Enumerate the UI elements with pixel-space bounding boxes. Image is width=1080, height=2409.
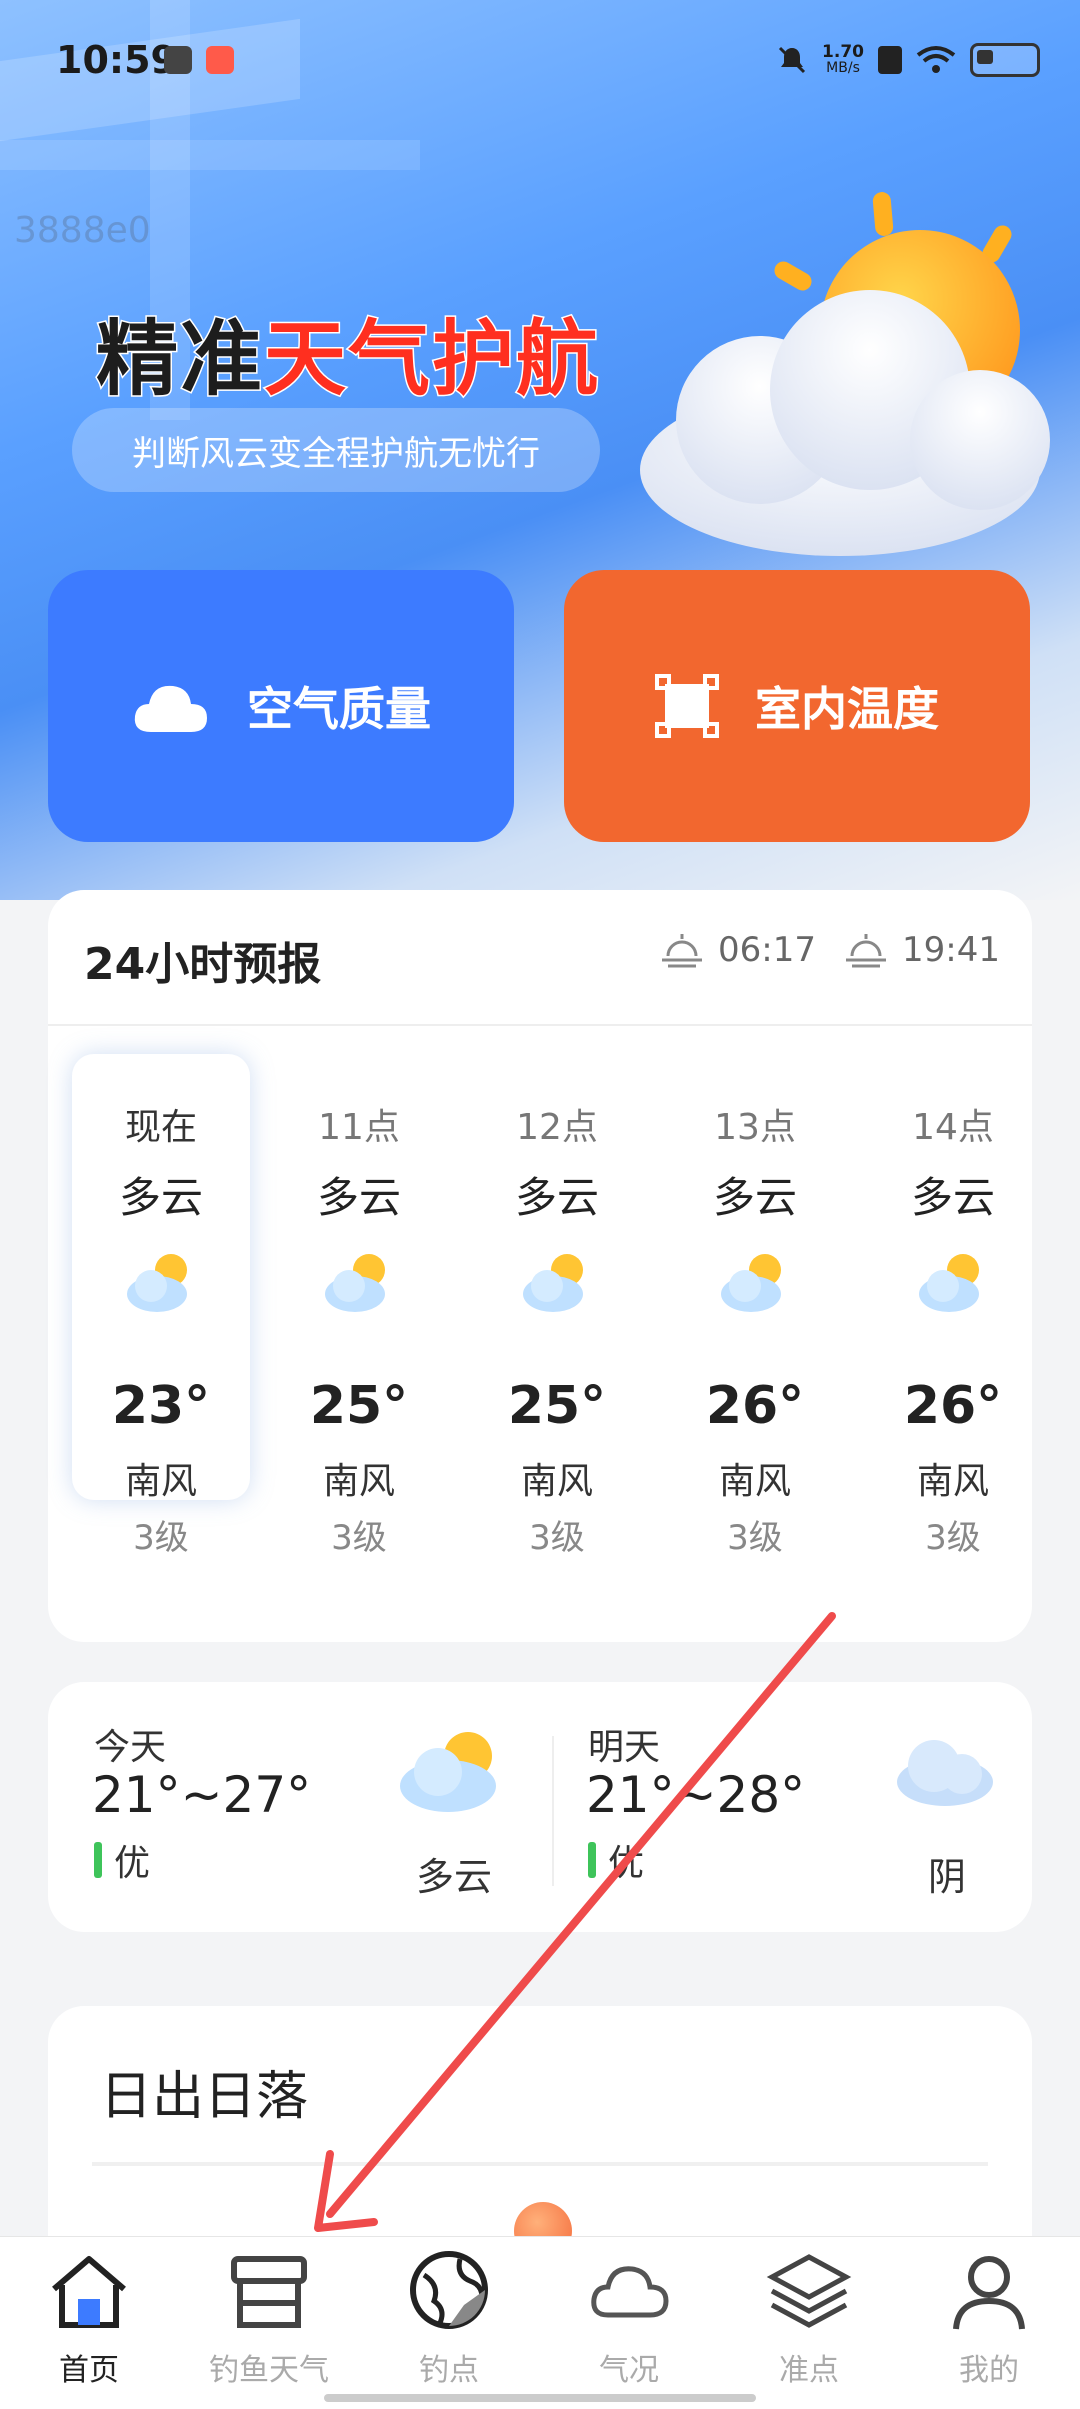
aqi-badge: 优 [588,1834,644,1886]
sim-icon [878,46,902,74]
nav-weather-conditions[interactable]: 气况 [544,2245,714,2388]
frame-icon [655,674,719,738]
hourly-forecast-card: 24小时预报 06:17 19:41 现在 多云 23° 南风 3级 11点 多… [48,890,1032,1642]
partly-cloudy-icon [127,1254,187,1312]
nav-mine[interactable]: 我的 [904,2245,1074,2388]
sunrise-divider [92,2162,988,2166]
bottom-navigation: 首页 钓鱼天气 钓点 气况 准点 我的 [0,2236,1080,2409]
partly-cloudy-icon [919,1254,979,1312]
shop-icon [231,2256,307,2328]
nav-punctual[interactable]: 准点 [724,2245,894,2388]
hour-column[interactable]: 14点 多云 26° 南风 3级 [864,1054,1042,1558]
hour-column[interactable]: 现在 多云 23° 南风 3级 [72,1054,250,1558]
tomorrow-summary[interactable]: 明天 21°~28° 优 阴 [542,1682,1032,1932]
forecast-divider [48,1024,1032,1026]
app-notification-icon [206,46,234,74]
wifi-icon [916,46,956,73]
hour-column[interactable]: 13点 多云 26° 南风 3级 [666,1054,844,1558]
sun-cloud-illustration [640,192,1050,556]
home-icon [52,2256,126,2328]
sunrise-sunset-title: 日出日落 [100,2067,309,2127]
globe-icon [410,2251,488,2329]
notification-icon [164,46,192,74]
sunrise-info: 06:17 [660,930,816,970]
partly-cloudy-icon [400,1732,496,1812]
layers-icon [766,2254,852,2328]
air-quality-label: 空气质量 [247,682,431,736]
sunrise-icon [662,934,702,968]
forecast-title: 24小时预报 [84,939,322,990]
nav-fishing-weather[interactable]: 钓鱼天气 [184,2245,354,2388]
home-indicator[interactable] [324,2394,756,2402]
nav-home[interactable]: 首页 [4,2245,174,2388]
partly-cloudy-icon [721,1254,781,1312]
indoor-temp-button[interactable]: 室内温度 [564,570,1030,842]
hour-column[interactable]: 11点 多云 25° 南风 3级 [270,1054,448,1558]
sunset-info: 19:41 [844,930,1000,970]
cloud-icon [134,685,207,732]
partly-cloudy-icon [523,1254,583,1312]
mute-icon [778,46,806,74]
aqi-badge: 优 [94,1834,150,1886]
banner-subtitle: 判断风云变全程护航无忧行 [72,408,600,492]
banner-title: 精准天气护航 [94,311,601,409]
status-time: 10:59 [56,38,177,82]
user-icon [953,2256,1025,2330]
battery-icon [970,43,1040,77]
nav-fishing-spots[interactable]: 钓点 [364,2245,534,2388]
cloud-outline-icon [591,2266,669,2318]
hour-column[interactable]: 12点 多云 25° 南风 3级 [468,1054,646,1558]
watermark: 3888e0 [14,210,151,251]
sunset-icon [846,934,886,968]
today-summary[interactable]: 今天 21°~27° 优 多云 [48,1682,538,1932]
indoor-temp-label: 室内温度 [755,682,939,736]
partly-cloudy-icon [325,1254,385,1312]
air-quality-button[interactable]: 空气质量 [48,570,514,842]
net-speed: 1.70 MB/s [822,42,864,77]
daily-summary-card: 今天 21°~27° 优 多云 明天 21°~28° 优 阴 [48,1682,1032,1932]
overcast-icon [897,1740,993,1806]
status-bar: 10:59 1.70 MB/s [0,0,1080,120]
